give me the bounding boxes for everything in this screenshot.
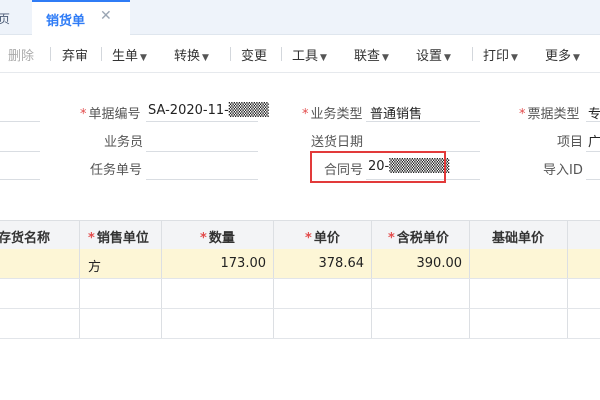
field-underline [0, 121, 40, 122]
generate-label: 生单 [112, 49, 139, 64]
field-underline [586, 121, 600, 122]
chevron-down-icon: ▼ [444, 53, 451, 63]
task-no-field[interactable] [146, 179, 258, 180]
col-tax-price[interactable]: * 含税单价 [388, 227, 449, 246]
biz-type-field[interactable]: 普通销售 [370, 103, 422, 122]
more-button[interactable]: 更多 ▼ [545, 45, 580, 64]
biz-type-label: * 业务类型 [302, 107, 363, 122]
chevron-down-icon: ▼ [140, 53, 147, 63]
header-form: * 单据编号 SA-2020-11-▒▒▒▒ * 业务类型 普通销售 * 票据类型 专… [0, 73, 600, 220]
cell-tax-price: 390.00 [416, 256, 463, 271]
toolbar-divider [101, 47, 102, 61]
table-row[interactable] [0, 309, 600, 339]
tab-sales-delivery[interactable]: 销货单 ✕ [32, 0, 130, 35]
grid-cell[interactable] [80, 309, 162, 338]
col-qty[interactable]: * 数量 [200, 227, 235, 246]
grid-header: 存货名称 * 销售单位 * 数量 * 单价 * 含税单价 基础单价 [0, 220, 600, 250]
project-field[interactable]: 广 [588, 131, 600, 150]
settings-button[interactable]: 设置 ▼ [416, 45, 451, 64]
grid-cell[interactable] [0, 279, 80, 308]
grid-cell[interactable] [470, 309, 568, 338]
chevron-down-icon: ▼ [573, 53, 580, 63]
col-unit[interactable]: * 销售单位 [88, 227, 149, 246]
task-no-label: 任务单号 [90, 163, 143, 178]
grid-cell[interactable] [0, 309, 80, 338]
field-underline [0, 179, 40, 180]
settings-label: 设置 [416, 49, 443, 64]
tools-label: 工具 [292, 49, 319, 64]
toolbar-divider [50, 47, 51, 61]
linked-query-button[interactable]: 联查 ▼ [354, 45, 389, 64]
change-button[interactable]: 变更 [241, 45, 267, 64]
field-underline [586, 151, 600, 152]
linked-query-label: 联查 [354, 49, 381, 64]
chevron-down-icon: ▼ [382, 53, 389, 63]
toolbar: 删除 弃审 生单 ▼ 转换 ▼ 变更 工具 ▼ 联查 ▼ 设置 ▼ 打印 ▼ 更多 ▼ [0, 35, 600, 71]
tab-previous[interactable]: 页 [0, 10, 10, 27]
grid-cell[interactable] [470, 279, 568, 308]
col-price[interactable]: * 单价 [305, 227, 340, 246]
field-underline [146, 121, 258, 122]
chevron-down-icon: ▼ [202, 53, 209, 63]
chevron-down-icon: ▼ [320, 53, 327, 63]
bill-type-field[interactable]: 专 [588, 103, 600, 122]
import-id-field[interactable] [586, 179, 600, 180]
contract-no-highlight-box [310, 151, 446, 183]
col-goods-name[interactable]: 存货名称 [0, 227, 50, 246]
close-icon[interactable]: ✕ [100, 8, 112, 24]
tab-bar: 页 销货单 ✕ [0, 0, 600, 35]
print-label: 打印 [483, 49, 510, 64]
cell-qty: 173.00 [220, 256, 267, 271]
grid-cell[interactable] [0, 249, 80, 278]
import-id-label: 导入ID [543, 163, 583, 178]
field-underline [0, 151, 40, 152]
tab-label: 销货单 [46, 14, 86, 29]
grid-cell[interactable] [470, 249, 568, 278]
project-label: 项目 [557, 135, 584, 150]
chevron-down-icon: ▼ [511, 53, 518, 63]
doc-no-label: * 单据编号 [80, 107, 141, 122]
bill-type-label: * 票据类型 [519, 107, 580, 122]
convert-label: 转换 [174, 49, 201, 64]
table-row[interactable]: 方 173.00 378.64 390.00 [0, 249, 600, 279]
grid-cell[interactable] [80, 279, 162, 308]
salesperson-label: 业务员 [104, 135, 144, 150]
abandon-button[interactable]: 弃审 [62, 45, 88, 64]
toolbar-divider [230, 47, 231, 61]
grid-cell[interactable] [162, 279, 274, 308]
tools-button[interactable]: 工具 ▼ [292, 45, 327, 64]
field-underline [366, 121, 480, 122]
doc-no-field[interactable]: SA-2020-11-▒▒▒▒ [148, 103, 269, 118]
toolbar-divider [472, 47, 473, 61]
grid-cell[interactable] [274, 279, 372, 308]
col-base-price[interactable]: 基础单价 [492, 227, 544, 246]
generate-button[interactable]: 生单 ▼ [112, 45, 147, 64]
delivery-date-label: 送货日期 [311, 135, 364, 150]
delete-button[interactable]: 删除 [8, 45, 34, 64]
grid-cell[interactable] [372, 279, 470, 308]
grid-cell[interactable] [274, 309, 372, 338]
toolbar-divider [281, 47, 282, 61]
grid-cell[interactable] [372, 309, 470, 338]
convert-button[interactable]: 转换 ▼ [174, 45, 209, 64]
grid-cell[interactable] [162, 309, 274, 338]
print-button[interactable]: 打印 ▼ [483, 45, 518, 64]
table-row[interactable] [0, 279, 600, 309]
cell-unit: 方 [88, 260, 102, 275]
more-label: 更多 [545, 49, 572, 64]
salesperson-field[interactable] [146, 151, 258, 152]
cell-price: 378.64 [318, 256, 365, 271]
